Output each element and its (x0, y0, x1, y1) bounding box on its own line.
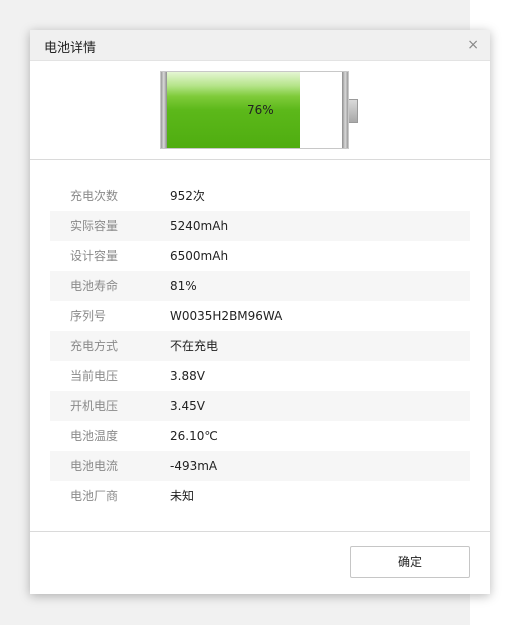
info-row-current: 电池电流 -493mA (50, 451, 470, 481)
info-row-manufacturer: 电池厂商 未知 (50, 481, 470, 511)
battery-terminal (349, 99, 358, 123)
footer-divider (30, 531, 490, 532)
info-value: 26.10℃ (170, 429, 218, 443)
dialog-title: 电池详情 (44, 41, 97, 56)
info-value: 3.45V (170, 399, 205, 413)
info-row-actual-capacity: 实际容量 5240mAh (50, 211, 470, 241)
battery-level-fill (167, 72, 300, 148)
info-row-charge-count: 充电次数 952次 (50, 181, 470, 211)
battery-info-list: 充电次数 952次 实际容量 5240mAh 设计容量 6500mAh 电池寿命… (50, 181, 470, 511)
info-row-charging-mode: 充电方式 不在充电 (50, 331, 470, 361)
info-value: -493mA (170, 459, 218, 473)
info-row-serial-number: 序列号 W0035H2BM96WA (50, 301, 470, 331)
battery-icon: 76% (160, 71, 349, 149)
info-label: 设计容量 (70, 249, 119, 263)
info-row-current-voltage: 当前电压 3.88V (50, 361, 470, 391)
close-icon[interactable]: × (467, 37, 479, 53)
info-label: 实际容量 (70, 219, 119, 233)
info-value: 81% (170, 279, 197, 293)
info-label: 序列号 (70, 309, 107, 323)
info-value: W0035H2BM96WA (170, 309, 283, 323)
info-row-temperature: 电池温度 26.10℃ (50, 421, 470, 451)
info-label: 电池温度 (70, 429, 119, 443)
info-value: 不在充电 (170, 339, 219, 353)
info-label: 电池寿命 (70, 279, 119, 293)
info-row-battery-health: 电池寿命 81% (50, 271, 470, 301)
info-value: 952次 (170, 189, 205, 203)
info-row-design-capacity: 设计容量 6500mAh (50, 241, 470, 271)
dialog-titlebar: 电池详情 × (30, 30, 490, 61)
info-label: 电池厂商 (70, 489, 119, 503)
info-label: 充电方式 (70, 339, 119, 353)
battery-right-cap (342, 72, 348, 148)
battery-percent: 76% (247, 103, 274, 117)
info-row-boot-voltage: 开机电压 3.45V (50, 391, 470, 421)
battery-details-dialog: 电池详情 × 76% 充电次数 952次 实际容量 5240mAh 设计容量 6… (30, 30, 490, 594)
info-label: 电池电流 (70, 459, 119, 473)
info-label: 开机电压 (70, 399, 119, 413)
battery-graphic-area: 76% (30, 61, 490, 160)
info-value: 5240mAh (170, 219, 229, 233)
info-label: 当前电压 (70, 369, 119, 383)
info-label: 充电次数 (70, 189, 119, 203)
info-value: 3.88V (170, 369, 205, 383)
ok-button[interactable]: 确定 (350, 546, 470, 578)
info-value: 6500mAh (170, 249, 229, 263)
info-value: 未知 (170, 489, 195, 503)
